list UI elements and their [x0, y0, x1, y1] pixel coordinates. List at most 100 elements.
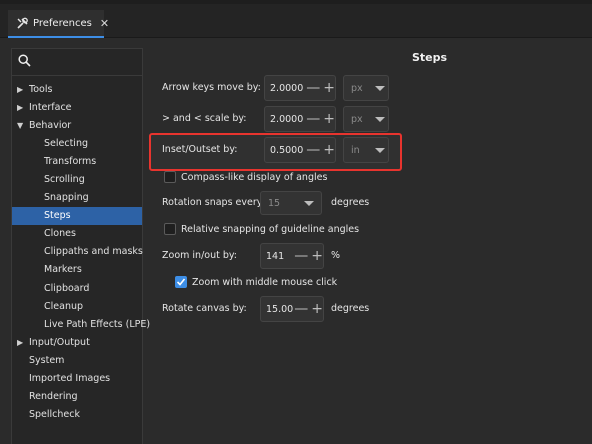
- close-icon[interactable]: ✕: [100, 17, 109, 30]
- preferences-tree: ▶ Tools ▶ Interface ▼ Behavior Selecting Transf…: [12, 80, 150, 424]
- expander-closed-icon[interactable]: ▶: [17, 103, 23, 112]
- sidebar-item-label: Scrolling: [44, 174, 85, 186]
- sidebar-item-markers[interactable]: Markers: [12, 261, 142, 279]
- chevron-down-icon: [375, 147, 385, 153]
- page-title: Steps: [412, 51, 448, 64]
- sidebar-item-label: Snapping: [44, 192, 89, 204]
- sidebar-item-imported-images[interactable]: Imported Images: [12, 370, 142, 388]
- checkbox-box[interactable]: [164, 171, 176, 183]
- sidebar-item-label: Rendering: [29, 391, 78, 403]
- minus-button[interactable]: —: [306, 111, 320, 127]
- zoom-middle-label: Zoom with middle mouse click: [192, 276, 338, 288]
- rotation-snaps-label: Rotation snaps every:: [162, 197, 265, 208]
- sidebar-item-label: Cleanup: [44, 300, 84, 312]
- inset-outset-value: 0.5000: [270, 144, 304, 156]
- scale-unit: px: [351, 113, 363, 125]
- rotate-canvas-input[interactable]: 15.00 — +: [260, 296, 324, 322]
- compass-checkbox[interactable]: Compass-like display of angles: [164, 171, 327, 183]
- sidebar-item-tools[interactable]: ▶ Tools: [12, 80, 142, 98]
- sidebar-item-clones[interactable]: Clones: [12, 225, 142, 243]
- arrow-keys-label: Arrow keys move by:: [162, 82, 261, 93]
- expander-closed-icon[interactable]: ▶: [17, 85, 23, 94]
- arrow-keys-unit: px: [351, 82, 363, 94]
- sidebar-item-clipboard[interactable]: Clipboard: [12, 279, 142, 297]
- sidebar-item-label: Selecting: [44, 137, 88, 149]
- minus-button[interactable]: —: [306, 142, 320, 158]
- sidebar-item-label: Live Path Effects (LPE): [44, 318, 151, 330]
- tab-bar: Preferences ✕: [0, 4, 592, 38]
- chevron-down-icon: [375, 116, 385, 122]
- rotate-canvas-suffix: degrees: [331, 303, 370, 314]
- preferences-sidebar: ▶ Tools ▶ Interface ▼ Behavior Selecting Transf…: [11, 48, 150, 444]
- sidebar-item-snapping[interactable]: Snapping: [12, 189, 142, 207]
- sidebar-item-label: System: [29, 354, 65, 366]
- plus-button[interactable]: +: [323, 111, 335, 127]
- inset-outset-unit: in: [351, 144, 360, 156]
- zoom-input[interactable]: 141 — +: [260, 243, 324, 269]
- plus-button[interactable]: +: [311, 248, 323, 264]
- check-icon: [176, 278, 186, 286]
- sidebar-item-label: Interface: [29, 101, 72, 113]
- arrow-keys-unit-select[interactable]: px: [343, 75, 389, 101]
- sidebar-item-transforms[interactable]: Transforms: [12, 152, 142, 170]
- sidebar-item-steps[interactable]: Steps: [12, 206, 142, 225]
- scale-value: 2.0000: [270, 113, 304, 125]
- tab-title: Preferences: [33, 17, 92, 29]
- plus-button[interactable]: +: [311, 301, 323, 317]
- relative-snapping-label: Relative snapping of guideline angles: [181, 223, 360, 235]
- tools-icon: [16, 16, 29, 30]
- sidebar-item-label: Markers: [44, 264, 82, 276]
- sidebar-item-spellcheck[interactable]: Spellcheck: [12, 406, 142, 424]
- checkbox-box[interactable]: [175, 276, 187, 288]
- minus-button[interactable]: —: [294, 301, 308, 317]
- scale-input[interactable]: 2.0000 — +: [264, 106, 336, 132]
- arrow-keys-value: 2.0000: [270, 82, 304, 94]
- sidebar-item-selecting[interactable]: Selecting: [12, 134, 142, 152]
- relative-snapping-checkbox[interactable]: Relative snapping of guideline angles: [164, 223, 359, 235]
- tab-preferences[interactable]: Preferences ✕: [8, 10, 109, 38]
- search-field[interactable]: [12, 49, 142, 76]
- checkbox-box[interactable]: [164, 223, 176, 235]
- sidebar-item-scrolling[interactable]: Scrolling: [12, 170, 142, 188]
- sidebar-item-interface[interactable]: ▶ Interface: [12, 98, 142, 116]
- minus-button[interactable]: —: [306, 80, 320, 96]
- sidebar-item-rendering[interactable]: Rendering: [12, 388, 142, 406]
- search-icon: [18, 54, 31, 70]
- sidebar-item-behavior[interactable]: ▼ Behavior: [12, 116, 142, 134]
- inset-outset-label: Inset/Outset by:: [162, 144, 238, 155]
- compass-label: Compass-like display of angles: [181, 171, 328, 183]
- sidebar-item-label: Steps: [44, 210, 71, 222]
- zoom-value: 141: [266, 250, 285, 262]
- rotate-canvas-value: 15.00: [266, 303, 294, 315]
- sidebar-item-label: Tools: [29, 83, 53, 95]
- sidebar-item-cleanup[interactable]: Cleanup: [12, 297, 142, 315]
- zoom-middle-checkbox[interactable]: Zoom with middle mouse click: [175, 276, 337, 288]
- inset-outset-unit-select[interactable]: in: [343, 137, 389, 163]
- minus-button[interactable]: —: [294, 248, 308, 264]
- sidebar-item-label: Transforms: [44, 155, 97, 167]
- scale-unit-select[interactable]: px: [343, 106, 389, 132]
- sidebar-item-label: Input/Output: [29, 336, 90, 348]
- scale-label: > and < scale by:: [162, 113, 247, 124]
- zoom-suffix: %: [331, 250, 341, 261]
- rotate-canvas-label: Rotate canvas by:: [162, 303, 247, 314]
- sidebar-item-live-path-effects-lpe[interactable]: Live Path Effects (LPE): [12, 315, 150, 333]
- sidebar-item-label: Imported Images: [29, 373, 111, 385]
- expander-open-icon[interactable]: ▼: [17, 121, 23, 130]
- zoom-label: Zoom in/out by:: [162, 250, 238, 261]
- expander-closed-icon[interactable]: ▶: [17, 338, 23, 347]
- rotation-snaps-select[interactable]: 15: [260, 191, 322, 215]
- steps-panel: Steps Arrow keys move by: 2.0000 — + px >…: [150, 48, 592, 444]
- sidebar-item-system[interactable]: System: [12, 351, 142, 369]
- plus-button[interactable]: +: [323, 80, 335, 96]
- sidebar-item-label: Behavior: [29, 119, 72, 131]
- inset-outset-input[interactable]: 0.5000 — +: [264, 137, 336, 163]
- sidebar-item-label: Clippaths and masks: [44, 246, 143, 258]
- sidebar-item-input-output[interactable]: ▶ Input/Output: [12, 333, 142, 351]
- chevron-down-icon: [375, 85, 385, 91]
- plus-button[interactable]: +: [323, 142, 335, 158]
- sidebar-item-clippaths-and-masks[interactable]: Clippaths and masks: [12, 243, 143, 261]
- rotation-snaps-value: 15: [268, 197, 281, 209]
- arrow-keys-input[interactable]: 2.0000 — +: [264, 75, 336, 101]
- sidebar-item-label: Spellcheck: [29, 409, 80, 421]
